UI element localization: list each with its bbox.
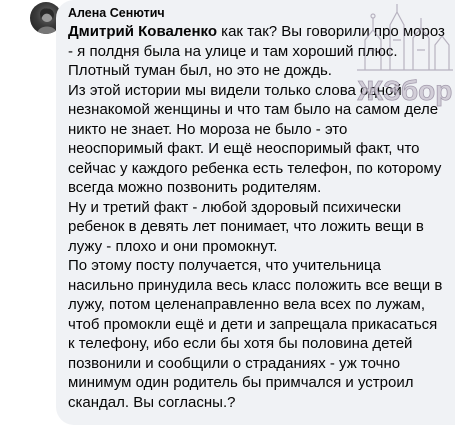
comment-screenshot: Алена Сенютич Дмитрий Коваленко как так?… <box>0 0 455 425</box>
comment-bubble: Алена Сенютич Дмитрий Коваленко как так?… <box>56 0 455 425</box>
comment-text-body: как так? Вы говорили про мороз - я полдн… <box>68 23 445 411</box>
comment-text: Дмитрий Коваленко как так? Вы говорили п… <box>68 22 446 412</box>
mention-link[interactable]: Дмитрий Коваленко <box>68 23 217 40</box>
comment-author[interactable]: Алена Сенютич <box>68 5 455 21</box>
